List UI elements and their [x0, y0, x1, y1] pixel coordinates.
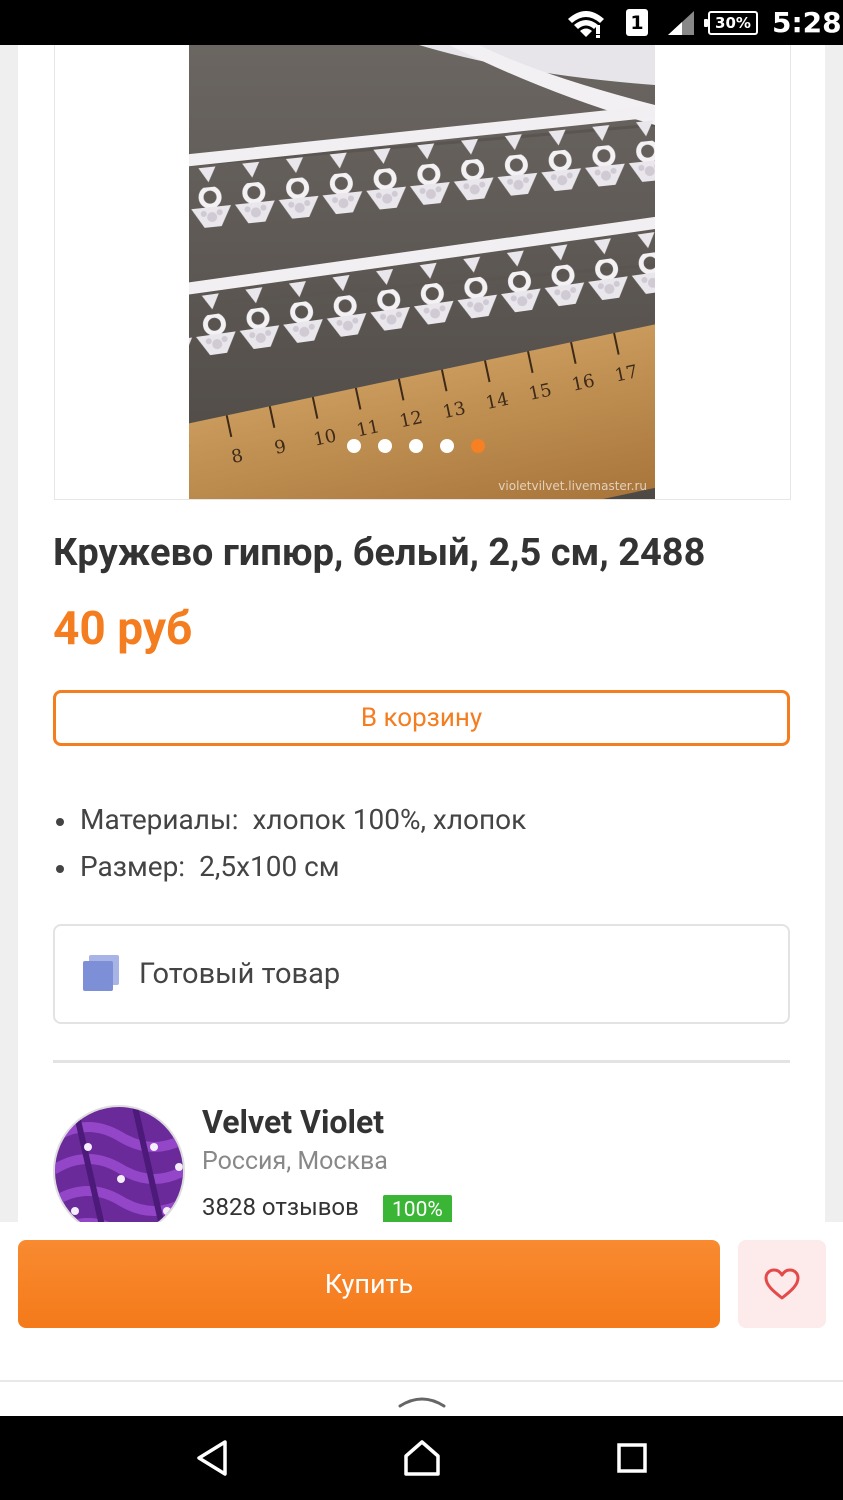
- system-nav-bar: [0, 1416, 843, 1500]
- add-to-cart-button[interactable]: В корзину: [53, 690, 790, 746]
- carousel-dot-active[interactable]: [471, 439, 485, 453]
- shop-location: Россия, Москва: [202, 1147, 388, 1176]
- back-button[interactable]: [172, 1416, 252, 1500]
- clock: 5:28: [772, 6, 842, 39]
- spec-label: Материалы:: [80, 803, 239, 836]
- spec-item: Размер: 2,5х100 см: [53, 848, 526, 895]
- home-icon: [404, 1440, 440, 1476]
- product-gallery[interactable]: 8 9 10 11 12 13 14 15 16 17 violetvilvet…: [54, 45, 791, 500]
- sim-icon: 1: [626, 0, 648, 45]
- product-specs: Материалы: хлопок 100%, хлопок Размер: 2,5…: [53, 801, 526, 895]
- spec-value: 2,5х100 см: [199, 850, 340, 883]
- battery-level: 30%: [704, 10, 758, 35]
- home-button[interactable]: [382, 1416, 462, 1500]
- shop-rating-badge: 100%: [383, 1195, 452, 1225]
- carousel-dot[interactable]: [440, 439, 454, 453]
- carousel-dot[interactable]: [378, 439, 392, 453]
- bottom-sheet-handle-bar[interactable]: [0, 1380, 843, 1416]
- ready-product-label: Готовый товар: [139, 957, 341, 991]
- product-photo[interactable]: 8 9 10 11 12 13 14 15 16 17 violetvilvet…: [189, 45, 655, 499]
- back-icon: [197, 1440, 227, 1476]
- image-watermark: violetvilvet.livemaster.ru: [498, 479, 647, 493]
- status-bar: 1 30% 5:28: [0, 0, 843, 45]
- spec-item: Материалы: хлопок 100%, хлопок: [53, 801, 526, 848]
- shop-name[interactable]: Velvet Violet: [202, 1103, 384, 1141]
- heart-icon: [764, 1268, 800, 1300]
- carousel-dot[interactable]: [347, 439, 361, 453]
- product-price: 40 руб: [53, 602, 193, 656]
- ready-product-icon: [83, 955, 121, 993]
- wifi-icon: [566, 0, 606, 45]
- shop-reviews-count[interactable]: 3828 отзывов: [202, 1193, 359, 1221]
- shop-avatar[interactable]: [53, 1105, 185, 1237]
- bottom-action-bar: Купить: [0, 1222, 843, 1380]
- product-title: Кружево гипюр, белый, 2,5 см, 2488: [53, 531, 706, 575]
- spec-value: хлопок 100%, хлопок: [252, 803, 527, 836]
- carousel-indicator[interactable]: [347, 439, 485, 453]
- spec-label: Размер:: [80, 850, 186, 883]
- recents-button[interactable]: [592, 1416, 672, 1500]
- sim-slot-label: 1: [626, 9, 648, 36]
- battery-icon: 30%: [704, 0, 758, 45]
- ready-product-card[interactable]: Готовый товар: [53, 924, 790, 1024]
- signal-icon: [666, 0, 696, 45]
- chevron-up-icon[interactable]: [398, 1390, 446, 1410]
- carousel-dot[interactable]: [409, 439, 423, 453]
- buy-button[interactable]: Купить: [18, 1240, 720, 1328]
- product-page[interactable]: 8 9 10 11 12 13 14 15 16 17 violetvilvet…: [18, 45, 825, 1380]
- favorite-button[interactable]: [738, 1240, 826, 1328]
- section-divider: [53, 1060, 790, 1063]
- recents-icon: [617, 1443, 647, 1473]
